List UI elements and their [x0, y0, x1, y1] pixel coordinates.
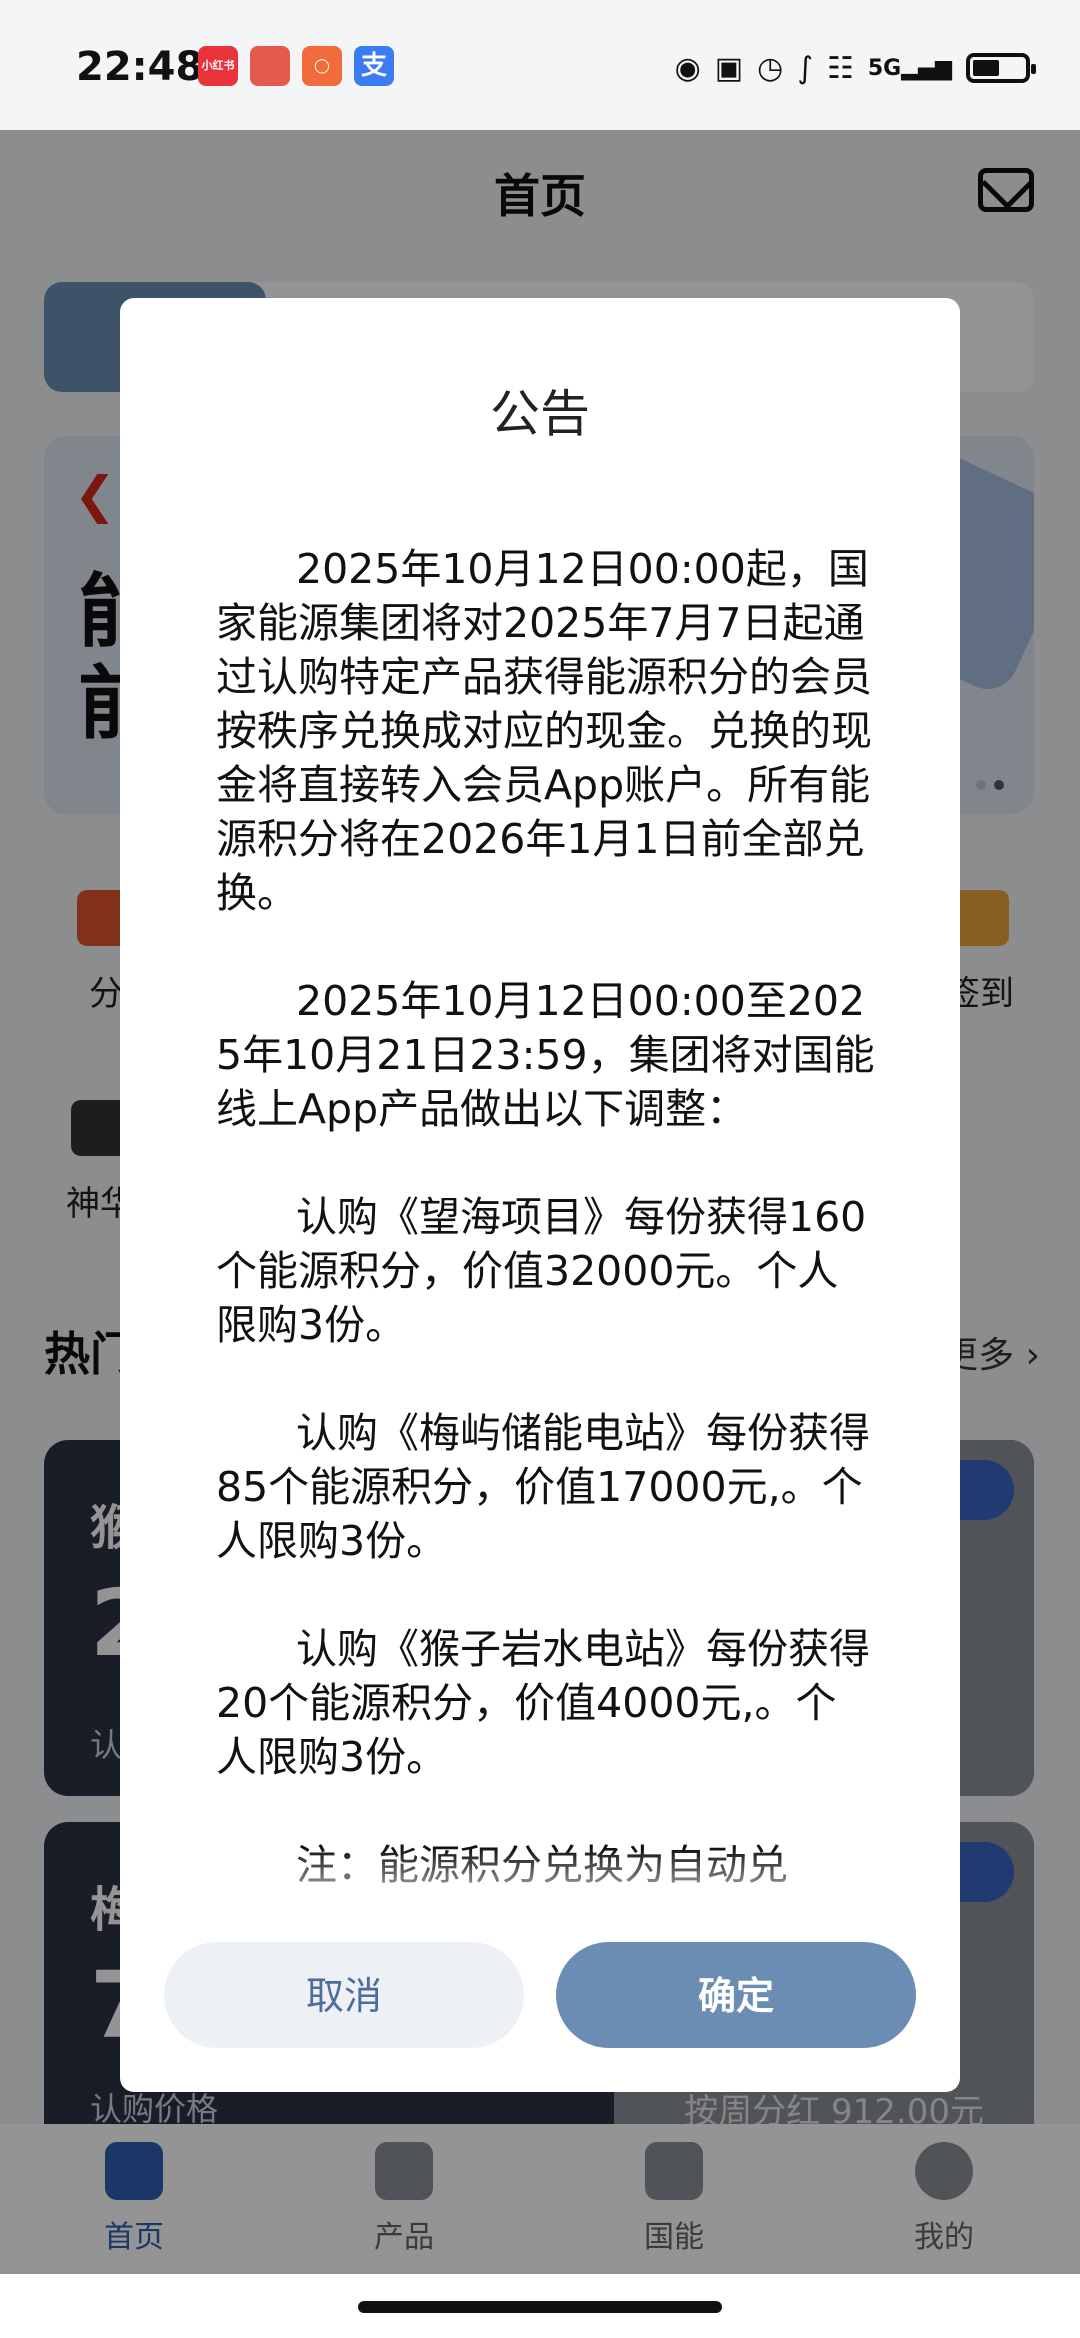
game-app-icon	[250, 46, 290, 86]
announcement-paragraph: 认购《猴子岩水电站》每份获得20个能源积分，价值4000元,。个人限购3份。	[216, 1625, 870, 1781]
status-bar: 22:48 小红书 ◯ 支 ◉ ▣ ◷ ∫ ☷ 5G▂▄▆	[0, 0, 1080, 130]
scroll-fade	[120, 1848, 960, 1918]
alipay-icon: 支	[354, 46, 394, 86]
app-screen: 22:48 小红书 ◯ 支 ◉ ▣ ◷ ∫ ☷ 5G▂▄▆ 首页 ❮❮ 能 前 …	[0, 0, 1080, 2338]
nfc-icon: ▣	[714, 50, 744, 86]
dialog-title: 公告	[490, 385, 590, 443]
status-time: 22:48	[76, 44, 204, 90]
announcement-paragraph: 认购《望海项目》每份获得160个能源积分，价值32000元。个人限购3份。	[216, 1193, 867, 1349]
confirm-button[interactable]: 确定	[556, 1942, 916, 2048]
wifi-icon: ☷	[826, 50, 854, 86]
announcement-dialog: 公告 2025年10月12日00:00起，国家能源集团将对2025年7月7日起通…	[120, 298, 960, 2092]
xiaohongshu-icon: 小红书	[198, 46, 238, 86]
home-indicator[interactable]	[358, 2301, 722, 2313]
cancel-button[interactable]: 取消	[164, 1942, 524, 2048]
bluetooth-icon: ∫	[797, 50, 813, 86]
announcement-paragraph: 认购《梅屿储能电站》每份获得85个能源积分，价值17000元,。个人限购3份。	[216, 1409, 870, 1565]
meituan-app-icon: ◯	[302, 46, 342, 86]
announcement-paragraph: 2025年10月12日00:00至2025年10月21日23:59，集团将对国能…	[216, 977, 875, 1133]
alarm-icon: ◷	[757, 50, 784, 86]
signal-icon: 5G▂▄▆	[867, 55, 952, 81]
announcement-paragraph: 2025年10月12日00:00起，国家能源集团将对2025年7月7日起通过认购…	[216, 545, 872, 917]
battery-icon	[966, 53, 1036, 83]
eye-icon: ◉	[674, 50, 701, 86]
status-icons: ◉ ▣ ◷ ∫ ☷ 5G▂▄▆	[674, 46, 1036, 90]
